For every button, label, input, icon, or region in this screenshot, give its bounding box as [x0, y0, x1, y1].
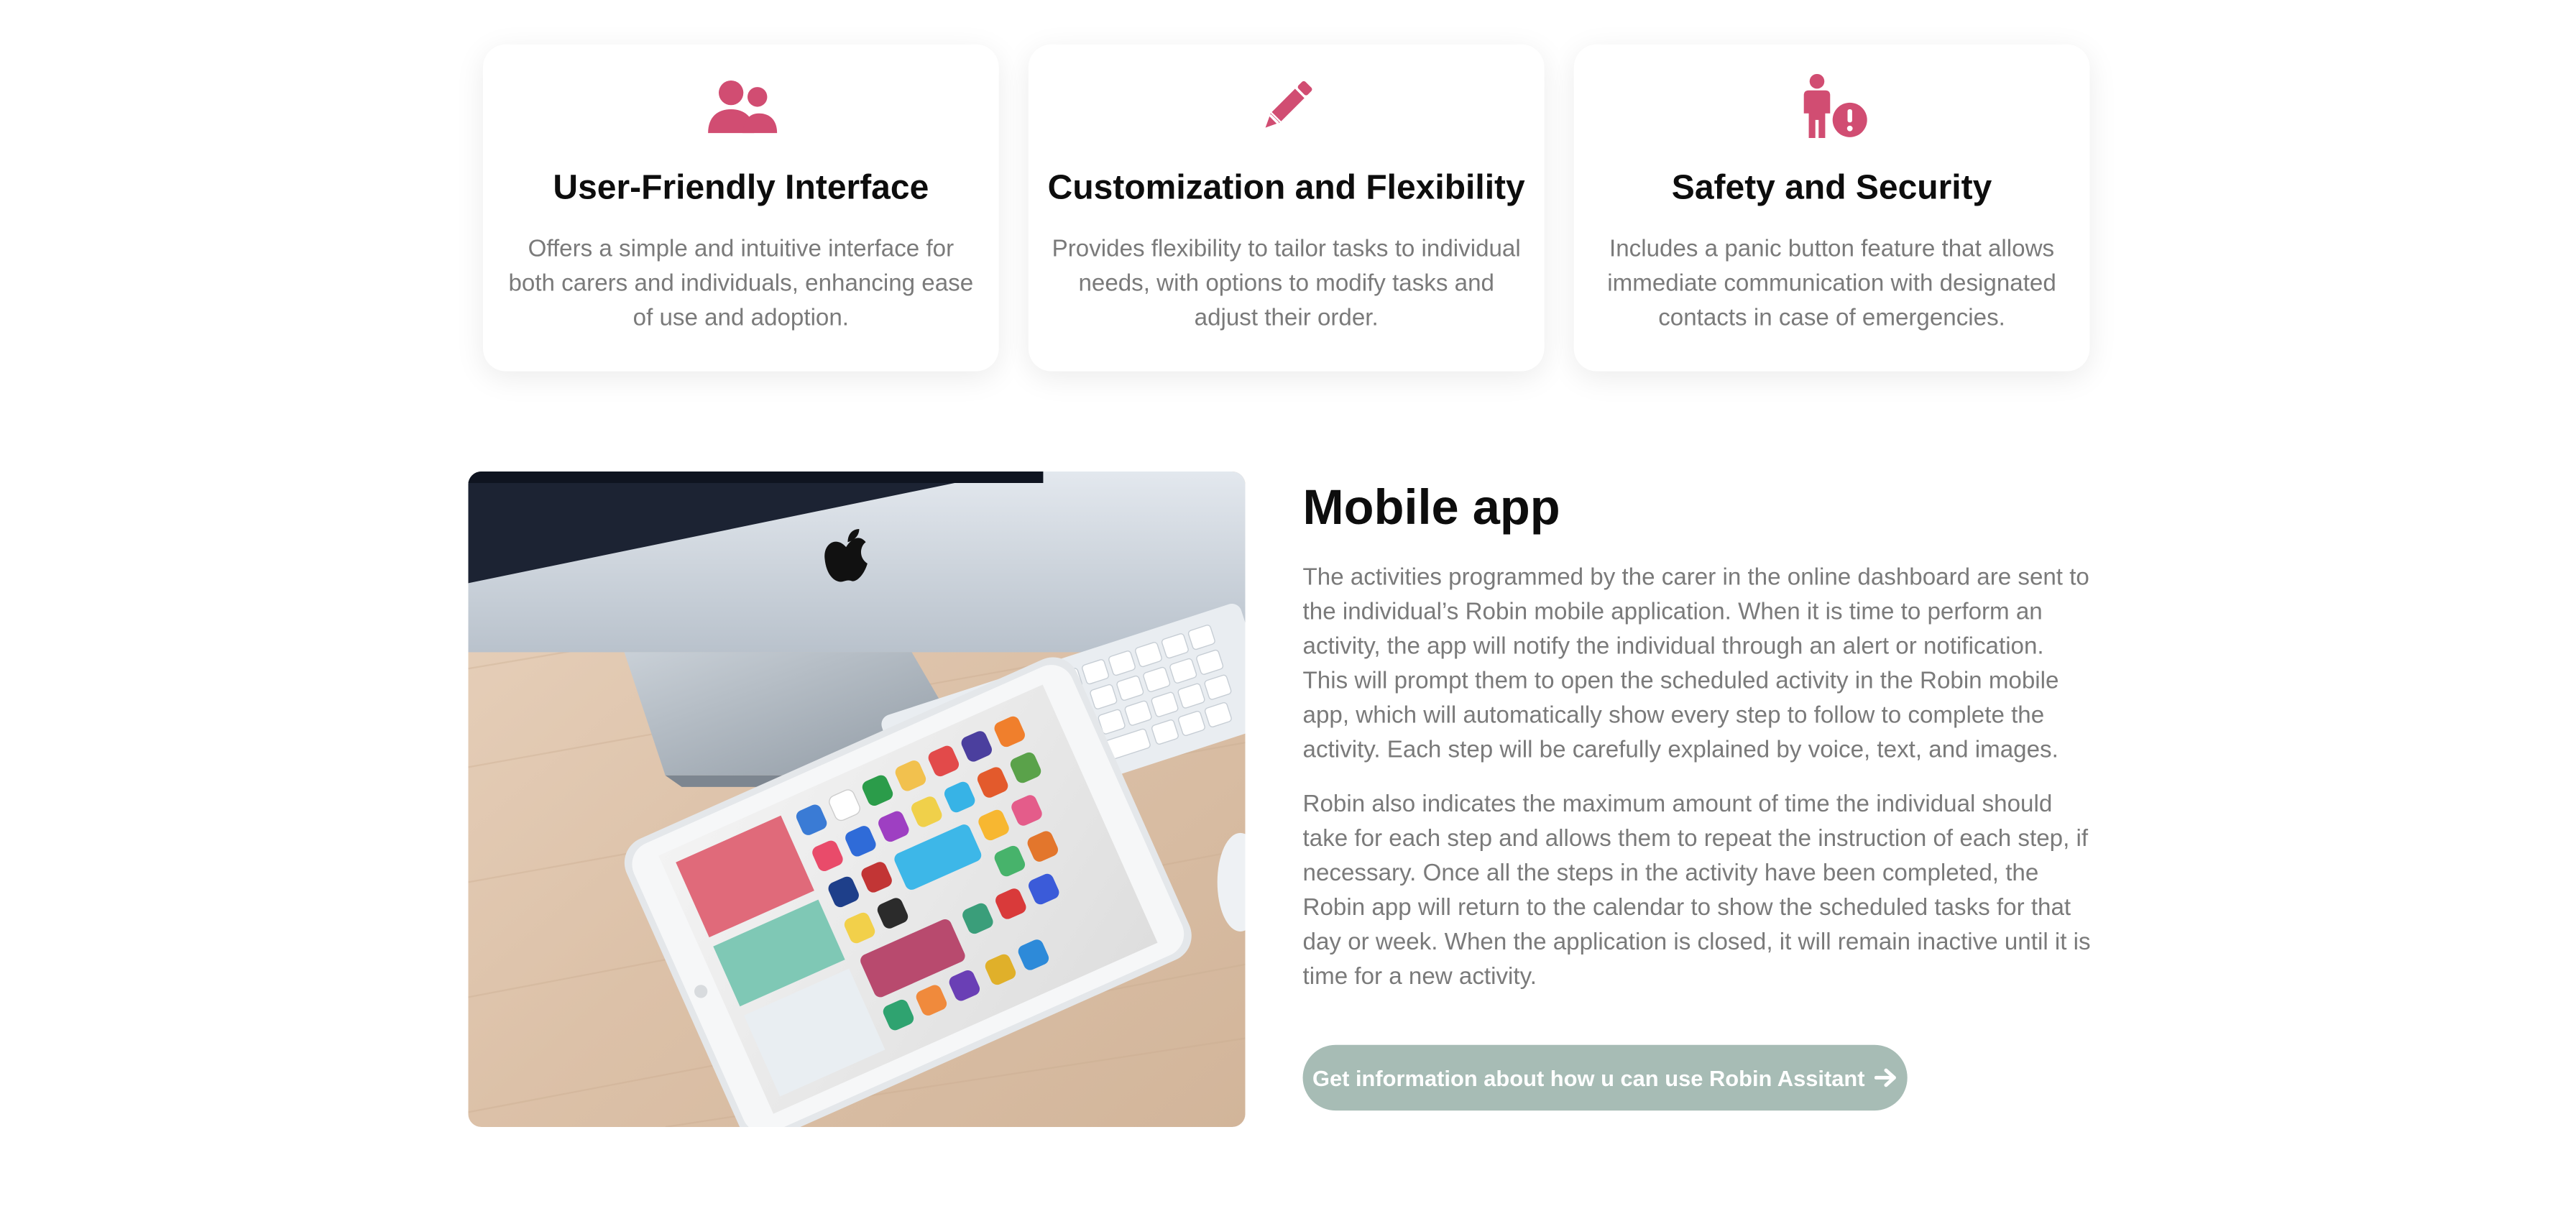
feature-card-safety: Safety and Security Includes a panic but… [1573, 44, 2090, 372]
robin-info-button[interactable]: Get information about how u can use Robi… [1302, 1044, 1908, 1111]
page: User-Friendly Interface Offers a simple … [0, 0, 2576, 1219]
robin-info-button-label: Get information about how u can use Robi… [1312, 1065, 1865, 1090]
feature-description: Includes a panic button feature that all… [1607, 236, 2056, 332]
feature-title: Customization and Flexibility [1047, 169, 1525, 207]
users-icon [702, 74, 781, 139]
features-row: User-Friendly Interface Offers a simple … [482, 44, 2093, 372]
section-title: Mobile app [1302, 481, 1560, 536]
desk-photo [468, 471, 1246, 1127]
section-paragraph: Robin also indicates the maximum amount … [1302, 791, 2091, 991]
person-alert-icon [1793, 73, 1872, 139]
feature-description: Offers a simple and intuitive interface … [508, 236, 974, 332]
feature-title: User-Friendly Interface [553, 169, 929, 207]
pencil-icon [1247, 74, 1326, 139]
mobile-app-section: Mobile app The activities programmed by … [1303, 477, 2092, 995]
desk-imac-ipad-illustration [468, 471, 1246, 1127]
feature-card-customization: Customization and Flexibility Provides f… [1028, 44, 1545, 372]
feature-card-user-friendly: User-Friendly Interface Offers a simple … [482, 44, 999, 372]
feature-title: Safety and Security [1671, 169, 1992, 207]
feature-description: Provides flexibility to tailor tasks to … [1052, 236, 1521, 332]
arrow-right-icon [1874, 1068, 1898, 1087]
section-paragraph: The activities programmed by the carer i… [1302, 565, 2089, 764]
